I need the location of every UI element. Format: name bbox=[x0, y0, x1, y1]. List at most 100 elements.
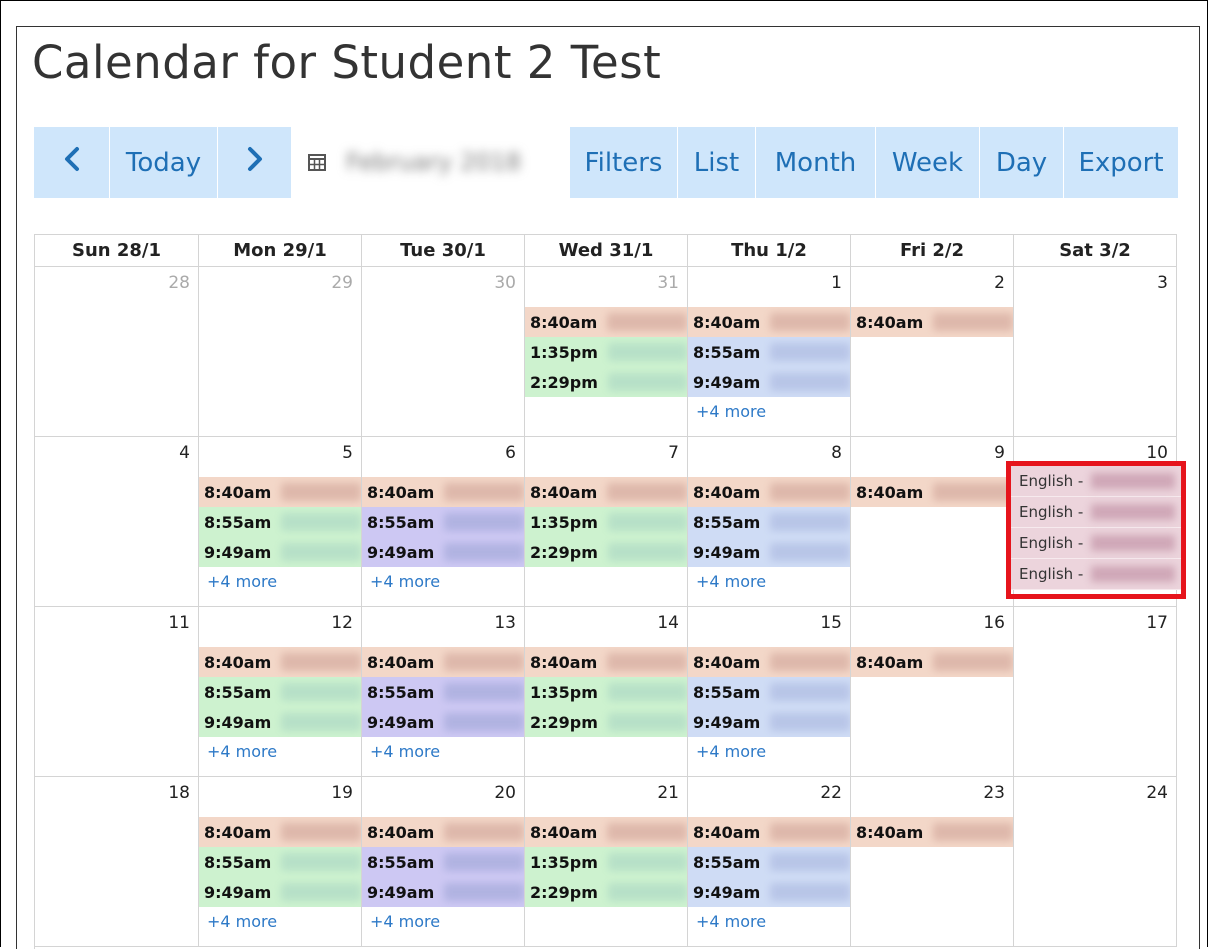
day-number[interactable]: 2 bbox=[994, 273, 1005, 293]
calendar-event[interactable]: 9:49am bbox=[362, 707, 524, 737]
calendar-event[interactable]: 8:55am bbox=[688, 507, 850, 537]
english-event[interactable]: English - bbox=[1011, 466, 1181, 497]
day-cell[interactable]: 13 8:40am 8:55am 9:49am +4 more bbox=[362, 607, 525, 777]
day-number[interactable]: 6 bbox=[505, 443, 516, 463]
calendar-event[interactable]: 9:49am bbox=[688, 877, 850, 907]
calendar-event[interactable]: 2:29pm bbox=[525, 877, 687, 907]
calendar-event[interactable]: 8:55am bbox=[199, 677, 361, 707]
calendar-event[interactable]: 8:40am bbox=[199, 647, 361, 677]
day-cell[interactable]: 8 8:40am 8:55am 9:49am +4 more bbox=[688, 437, 851, 607]
calendar-event[interactable]: 9:49am bbox=[362, 537, 524, 567]
day-number[interactable]: 14 bbox=[657, 613, 679, 633]
calendar-event[interactable]: 8:40am bbox=[688, 817, 850, 847]
calendar-event[interactable]: 8:40am bbox=[199, 477, 361, 507]
calendar-event[interactable]: 1:35pm bbox=[525, 677, 687, 707]
calendar-event[interactable]: 8:40am bbox=[525, 477, 687, 507]
calendar-event[interactable]: 8:55am bbox=[199, 847, 361, 877]
day-number[interactable]: 10 bbox=[1146, 443, 1168, 463]
calendar-event[interactable]: 8:40am bbox=[688, 477, 850, 507]
calendar-event[interactable]: 8:55am bbox=[362, 677, 524, 707]
day-cell[interactable]: 21 8:40am 1:35pm 2:29pm bbox=[525, 777, 688, 947]
day-cell[interactable]: 1 8:40am 8:55am 9:49am +4 more bbox=[688, 267, 851, 437]
filters-button[interactable]: Filters bbox=[570, 127, 678, 198]
day-cell[interactable]: 11 bbox=[35, 607, 199, 777]
day-cell[interactable]: 18 bbox=[35, 777, 199, 947]
calendar-event[interactable]: 9:49am bbox=[199, 877, 361, 907]
day-number[interactable]: 28 bbox=[168, 273, 190, 293]
list-view-button[interactable]: List bbox=[678, 127, 756, 198]
more-events-link[interactable]: +4 more bbox=[688, 397, 850, 427]
more-events-link[interactable]: +4 more bbox=[199, 567, 361, 597]
day-cell[interactable]: 28 bbox=[35, 267, 199, 437]
more-events-link[interactable]: +4 more bbox=[688, 907, 850, 937]
more-events-link[interactable]: +4 more bbox=[362, 907, 524, 937]
day-cell[interactable]: 22 8:40am 8:55am 9:49am +4 more bbox=[688, 777, 851, 947]
day-cell[interactable]: 12 8:40am 8:55am 9:49am +4 more bbox=[199, 607, 362, 777]
calendar-event[interactable]: 8:40am bbox=[688, 647, 850, 677]
calendar-event[interactable]: 8:40am bbox=[525, 647, 687, 677]
day-number[interactable]: 15 bbox=[820, 613, 842, 633]
calendar-event[interactable]: 8:40am bbox=[851, 307, 1013, 337]
day-number[interactable]: 29 bbox=[331, 273, 353, 293]
day-number[interactable]: 24 bbox=[1146, 783, 1168, 803]
more-events-link[interactable]: +4 more bbox=[362, 567, 524, 597]
calendar-event[interactable]: 9:49am bbox=[688, 707, 850, 737]
calendar-event[interactable]: 8:40am bbox=[688, 307, 850, 337]
calendar-event[interactable]: 2:29pm bbox=[525, 367, 687, 397]
calendar-event[interactable]: 1:35pm bbox=[525, 847, 687, 877]
calendar-event[interactable]: 1:35pm bbox=[525, 337, 687, 367]
day-number[interactable]: 11 bbox=[168, 613, 190, 633]
calendar-event[interactable]: 8:40am bbox=[851, 817, 1013, 847]
day-number[interactable]: 1 bbox=[831, 273, 842, 293]
english-event[interactable]: English - bbox=[1011, 497, 1181, 528]
day-cell[interactable]: 14 8:40am 1:35pm 2:29pm bbox=[525, 607, 688, 777]
week-view-button[interactable]: Week bbox=[876, 127, 980, 198]
day-number[interactable]: 9 bbox=[994, 443, 1005, 463]
more-events-link[interactable]: +4 more bbox=[199, 737, 361, 767]
calendar-event[interactable]: 8:40am bbox=[362, 817, 524, 847]
day-number[interactable]: 22 bbox=[820, 783, 842, 803]
day-number[interactable]: 20 bbox=[494, 783, 516, 803]
calendar-event[interactable]: 8:55am bbox=[362, 847, 524, 877]
day-number[interactable]: 18 bbox=[168, 783, 190, 803]
today-button[interactable]: Today bbox=[110, 127, 218, 198]
export-button[interactable]: Export bbox=[1064, 127, 1178, 198]
day-cell[interactable]: 31 8:40am 1:35pm 2:29pm bbox=[525, 267, 688, 437]
day-number[interactable]: 16 bbox=[983, 613, 1005, 633]
day-cell[interactable]: 24 bbox=[1014, 777, 1177, 947]
day-cell[interactable]: 7 8:40am 1:35pm 2:29pm bbox=[525, 437, 688, 607]
more-events-link[interactable]: +4 more bbox=[688, 737, 850, 767]
calendar-event[interactable]: 9:49am bbox=[688, 367, 850, 397]
day-number[interactable]: 19 bbox=[331, 783, 353, 803]
calendar-event[interactable]: 2:29pm bbox=[525, 707, 687, 737]
day-cell[interactable]: 23 8:40am bbox=[851, 777, 1014, 947]
day-cell[interactable]: 30 bbox=[362, 267, 525, 437]
calendar-event[interactable]: 8:55am bbox=[688, 677, 850, 707]
day-cell[interactable]: 4 bbox=[35, 437, 199, 607]
more-events-link[interactable]: +4 more bbox=[362, 737, 524, 767]
day-number[interactable]: 31 bbox=[657, 273, 679, 293]
month-view-button[interactable]: Month bbox=[756, 127, 876, 198]
day-cell[interactable]: 3 bbox=[1014, 267, 1177, 437]
calendar-event[interactable]: 9:49am bbox=[199, 707, 361, 737]
day-number[interactable]: 7 bbox=[668, 443, 679, 463]
calendar-event[interactable]: 9:49am bbox=[688, 537, 850, 567]
next-button[interactable] bbox=[218, 127, 292, 198]
day-number[interactable]: 13 bbox=[494, 613, 516, 633]
calendar-icon[interactable] bbox=[306, 151, 328, 173]
day-number[interactable]: 17 bbox=[1146, 613, 1168, 633]
calendar-event[interactable]: 8:55am bbox=[688, 847, 850, 877]
english-event[interactable]: English - bbox=[1011, 559, 1181, 590]
day-cell[interactable]: 19 8:40am 8:55am 9:49am +4 more bbox=[199, 777, 362, 947]
day-cell[interactable]: 16 8:40am bbox=[851, 607, 1014, 777]
calendar-event[interactable]: 1:35pm bbox=[525, 507, 687, 537]
day-view-button[interactable]: Day bbox=[980, 127, 1064, 198]
day-cell[interactable]: 29 bbox=[199, 267, 362, 437]
day-number[interactable]: 3 bbox=[1157, 273, 1168, 293]
calendar-event[interactable]: 9:49am bbox=[362, 877, 524, 907]
day-cell[interactable]: 20 8:40am 8:55am 9:49am +4 more bbox=[362, 777, 525, 947]
day-cell[interactable]: 6 8:40am 8:55am 9:49am +4 more bbox=[362, 437, 525, 607]
day-cell[interactable]: 2 8:40am bbox=[851, 267, 1014, 437]
day-number[interactable]: 30 bbox=[494, 273, 516, 293]
calendar-event[interactable]: 8:40am bbox=[199, 817, 361, 847]
